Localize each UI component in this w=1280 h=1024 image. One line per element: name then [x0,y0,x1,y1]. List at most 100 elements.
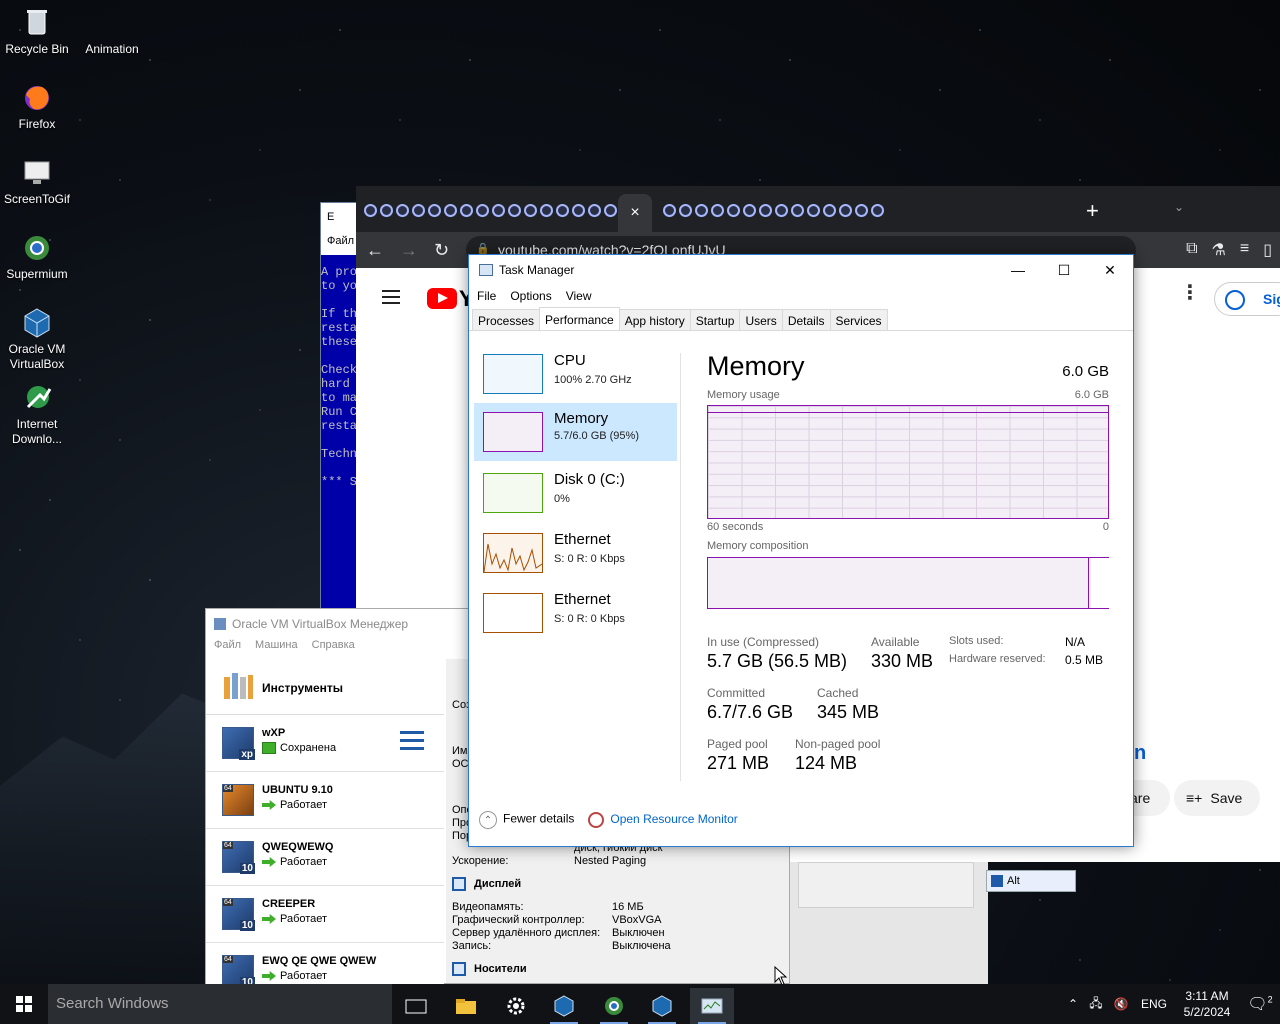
youtube-logo-icon[interactable] [427,288,457,309]
taskbar-search-box[interactable]: Search Windows [48,984,392,1024]
sidepanel-icon[interactable]: ▯ [1263,240,1272,260]
reload-icon[interactable]: ↻ [434,240,449,261]
tab-favicon[interactable] [444,203,457,217]
queue-icon[interactable]: ≡ [1240,240,1249,260]
maximize-icon[interactable]: ☐ [1041,255,1087,285]
vm-list-item[interactable]: 64 UBUNTU 9.10 Работает [206,772,444,829]
tab-favicon[interactable] [556,203,569,217]
tab-favicon[interactable] [460,203,473,217]
fewer-details-button[interactable]: ⌃ Fewer details [479,811,574,829]
desktop-icon-firefox[interactable]: Firefox [0,81,74,132]
tab-favicon[interactable] [380,203,393,217]
tab-favicon[interactable] [807,203,820,217]
virtualbox-taskbar-icon[interactable] [542,988,586,1024]
menu-file[interactable]: Файл [214,639,241,659]
desktop-icon-idm[interactable]: Internet Downlo... [0,381,74,447]
tab-services[interactable]: Services [829,309,888,330]
tab-favicon[interactable] [727,203,740,217]
vm-list-item[interactable]: xp wXP Сохранена [206,715,444,772]
notification-center-icon[interactable]: 🗨2 [1240,994,1280,1014]
hamburger-menu-icon[interactable] [382,290,400,304]
tab-favicon[interactable] [663,203,676,217]
menu-file[interactable]: File [477,289,496,309]
active-tab-close-button[interactable]: × [618,194,652,232]
desktop-icon-animation[interactable]: Animation [75,6,149,57]
tab-favicon[interactable] [476,203,489,217]
vm-list-item[interactable]: 64 10 QWEQWEWQ Работает [206,829,444,886]
tab-favicon[interactable] [604,203,617,217]
flask-icon[interactable]: ⚗ [1212,240,1226,260]
settings-gear-icon[interactable] [494,988,538,1024]
tab-favicon[interactable] [492,203,505,217]
tab-favicon[interactable] [695,203,708,217]
file-explorer-icon[interactable] [444,988,488,1024]
tab-favicon[interactable] [823,203,836,217]
virtualbox-vm-taskbar-icon[interactable] [640,988,684,1024]
tab-favicon[interactable] [775,203,788,217]
tab-favicon[interactable] [679,203,692,217]
menu-view[interactable]: View [566,289,592,309]
open-resource-monitor-link[interactable]: Open Resource Monitor [588,812,738,828]
details-list-icon[interactable] [400,731,424,753]
storage-section-header[interactable]: Носители [452,962,527,976]
tab-favicon[interactable] [540,203,553,217]
tab-users[interactable]: Users [739,309,783,330]
tab-app-history[interactable]: App history [618,309,691,330]
tab-favicon[interactable] [524,203,537,217]
desktop-icon-screentogif[interactable]: ScreenToGif [0,156,74,207]
task-manager-titlebar[interactable]: Task Manager — ☐ ✕ [469,255,1133,285]
tray-overflow-chevron-icon[interactable]: ⌃ [1062,997,1084,1011]
input-language[interactable]: ENG [1134,997,1174,1011]
new-tab-button[interactable]: + [1086,198,1099,224]
sign-in-button[interactable]: Sign [1214,282,1280,316]
save-button[interactable]: ≡+ Save [1174,780,1260,816]
tab-favicon[interactable] [759,203,772,217]
tab-processes[interactable]: Processes [472,309,541,330]
tab-favicon[interactable] [396,203,409,217]
volume-muted-icon[interactable]: 🔇 [1108,997,1134,1011]
tab-favicon[interactable] [711,203,724,217]
tab-search-chevron-icon[interactable]: ⌄ [1174,200,1184,214]
tab-favicon[interactable] [743,203,756,217]
sidebar-item-ethernet-2[interactable]: Ethernet S: 0 R: 0 Kbps [474,589,677,647]
extensions-puzzle-icon[interactable]: ⧉ [1186,240,1197,260]
desktop-icon-virtualbox[interactable]: Oracle VM VirtualBox [0,306,74,372]
sidebar-item-ethernet-1[interactable]: Ethernet S: 0 R: 0 Kbps [474,529,677,587]
tools-item[interactable]: Инструменты [206,659,444,715]
pane-divider[interactable] [680,353,681,781]
tab-favicon[interactable] [855,203,868,217]
vm-list-item[interactable]: 64 10 CREEPER Работает [206,886,444,943]
tab-favicon[interactable] [508,203,521,217]
task-view-icon[interactable] [394,988,438,1024]
network-icon[interactable]: 🖧 [1084,994,1108,1015]
tab-favicon[interactable] [412,203,425,217]
minimize-icon[interactable]: — [995,255,1041,285]
more-options-icon[interactable]: ⋮ [1180,280,1200,305]
tab-favicon[interactable] [572,203,585,217]
tab-favicon[interactable] [839,203,852,217]
close-icon[interactable]: ✕ [1087,255,1133,285]
tab-favicon[interactable] [364,203,377,217]
menu-help[interactable]: Справка [312,639,355,659]
back-arrow-icon[interactable]: ← [366,240,384,261]
clock[interactable]: 3:11 AM 5/2/2024 [1174,988,1240,1020]
tab-favicon[interactable] [588,203,601,217]
forward-arrow-icon[interactable]: → [400,240,418,261]
menu-machine[interactable]: Машина [255,639,298,659]
memory-composition-bar[interactable] [707,557,1109,609]
tab-favicon[interactable] [428,203,441,217]
tab-favicon[interactable] [871,203,884,217]
desktop-icon-supermium[interactable]: Supermium [0,231,74,282]
tab-performance[interactable]: Performance [539,307,620,330]
display-section-header[interactable]: Дисплей [452,877,521,891]
start-button[interactable] [0,984,48,1024]
task-manager-taskbar-icon[interactable] [690,988,734,1024]
supermium-taskbar-icon[interactable] [592,988,636,1024]
tab-details[interactable]: Details [781,309,831,330]
menu-options[interactable]: Options [510,289,551,309]
tab-startup[interactable]: Startup [689,309,741,330]
tab-favicon[interactable] [791,203,804,217]
sidebar-item-cpu[interactable]: CPU 100% 2.70 GHz [474,350,677,408]
sidebar-item-disk[interactable]: Disk 0 (C:) 0% [474,469,677,527]
task-manager-window[interactable]: Task Manager — ☐ ✕ File Options View Pro… [468,254,1134,847]
